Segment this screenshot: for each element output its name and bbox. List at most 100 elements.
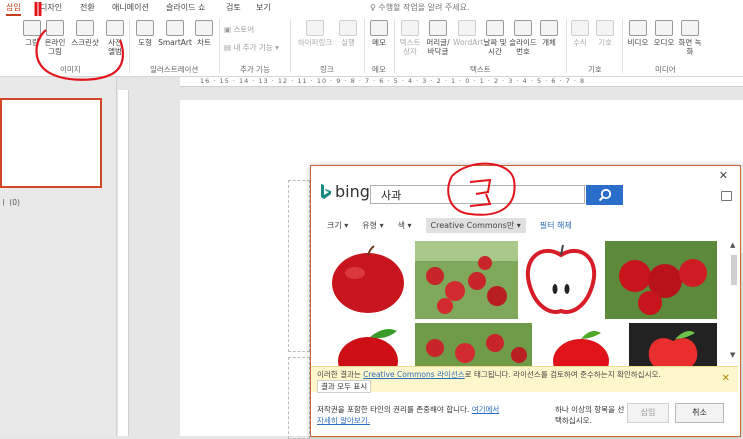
- comment-button[interactable]: 메모: [368, 20, 390, 47]
- tab-view[interactable]: 보기: [256, 2, 271, 13]
- symbol-label: 기호: [598, 38, 612, 47]
- action-button[interactable]: 실행: [337, 20, 359, 47]
- search-input[interactable]: 사과: [370, 185, 585, 204]
- symbol-button[interactable]: 기호: [594, 20, 616, 47]
- star-icon: [339, 20, 357, 36]
- filter-bar: 크기 ▾ 유형 ▾ 색 ▾ Creative Commons만 ▾ 필터 해제: [327, 217, 572, 233]
- notice-close-icon[interactable]: ✕: [722, 373, 730, 384]
- result-image-orchard[interactable]: [415, 323, 532, 371]
- search-icon: [598, 188, 612, 202]
- group-separator: [566, 19, 567, 73]
- pi-icon: [571, 20, 589, 36]
- wordart-button[interactable]: WordArt: [453, 20, 484, 47]
- result-image-shiny-apple[interactable]: [537, 323, 625, 371]
- equation-button[interactable]: 수식: [570, 20, 590, 47]
- action-label: 실행: [341, 38, 355, 47]
- text-box-button[interactable]: 텍스트 상자: [397, 20, 423, 56]
- license-filter[interactable]: Creative Commons만 ▾: [425, 217, 526, 233]
- store-button[interactable]: ▣ 스토어: [224, 24, 254, 35]
- color-filter[interactable]: 색 ▾: [398, 220, 412, 231]
- group-label-addins: 추가 기능: [240, 65, 270, 74]
- subtitle-placeholder[interactable]: [288, 357, 310, 439]
- scroll-up-icon[interactable]: ▲: [730, 241, 735, 249]
- screen-recording-label: 화면 녹화: [678, 38, 702, 56]
- video-button[interactable]: 비디오: [626, 20, 650, 47]
- search-button[interactable]: [586, 185, 623, 205]
- group-separator: [364, 19, 365, 73]
- scroll-down-icon[interactable]: ▼: [730, 351, 735, 359]
- shapes-button[interactable]: 도형: [134, 20, 156, 47]
- object-label: 개체: [542, 38, 556, 47]
- film-icon: [629, 20, 647, 36]
- result-image-apples-branch[interactable]: [605, 241, 717, 319]
- date-time-label: 날짜 및 시간: [483, 38, 507, 56]
- group-separator: [129, 19, 130, 73]
- insert-button[interactable]: 삽입: [627, 403, 669, 423]
- store-label: 스토어: [233, 25, 255, 34]
- tab-insert[interactable]: 삽입: [6, 2, 21, 16]
- result-image-flat-apple[interactable]: [629, 323, 717, 371]
- photo-album-label: 사진 앨범: [108, 38, 122, 56]
- clear-filter-link[interactable]: 필터 해제: [540, 220, 572, 231]
- color-filter-label: 색: [397, 220, 405, 230]
- copyright-notice: 저작권을 포함한 타인의 권리를 존중해야 합니다. 여기에서 자세히 알아보기.: [317, 404, 537, 426]
- title-placeholder[interactable]: [288, 180, 310, 352]
- show-all-results-button[interactable]: 결과 모두 표시: [317, 380, 372, 393]
- tab-animations[interactable]: 애니메이션: [112, 2, 149, 13]
- chart-button[interactable]: 차트: [194, 20, 214, 47]
- ribbon: 그림 온라인 그림 스크린샷 사진 앨범 도형 SmartArt 차트 ▣ 스토…: [0, 16, 743, 77]
- learn-more-link-1[interactable]: 여기에서: [472, 405, 500, 414]
- size-filter-label: 크기: [327, 220, 342, 230]
- results-scroll-thumb[interactable]: [731, 255, 737, 285]
- comment-icon: [370, 20, 388, 36]
- bing-logo: bing: [320, 182, 370, 201]
- online-picture-button[interactable]: 온라인 그림: [44, 20, 66, 56]
- type-filter[interactable]: 유형 ▾: [362, 220, 383, 231]
- group-label-links: 링크: [320, 65, 334, 74]
- photo-album-icon: [106, 20, 124, 36]
- slide-thumbnail[interactable]: [0, 98, 102, 188]
- online-picture-label: 온라인 그림: [44, 38, 66, 56]
- omega-icon: [596, 20, 614, 36]
- wordart-label: WordArt: [453, 38, 484, 47]
- audio-button[interactable]: 오디오: [652, 20, 676, 47]
- cancel-button[interactable]: 취소: [675, 403, 724, 423]
- slide-thumbnail-pane: ㅣ (0): [0, 77, 117, 436]
- screen-recording-button[interactable]: 화면 녹화: [678, 20, 702, 56]
- my-addins-label: 내 추가 기능: [233, 43, 273, 52]
- slide-number-button[interactable]: 슬라이드 번호: [509, 20, 537, 56]
- feedback-icon[interactable]: [721, 191, 732, 201]
- header-footer-button[interactable]: 머리글/바닥글: [424, 20, 452, 56]
- smartart-button[interactable]: SmartArt: [158, 20, 192, 47]
- vertical-ruler: [118, 90, 129, 436]
- shapes-label: 도형: [138, 38, 152, 47]
- tab-review[interactable]: 검토: [226, 2, 241, 13]
- tell-me-box[interactable]: ♀ 수행할 작업을 알려 주세요.: [370, 2, 470, 13]
- picture-button[interactable]: 그림: [22, 20, 42, 47]
- hyperlink-button[interactable]: 하이퍼링크: [295, 20, 335, 47]
- tab-transitions[interactable]: 전환: [80, 2, 95, 13]
- header-footer-icon: [429, 20, 447, 36]
- date-time-button[interactable]: 날짜 및 시간: [482, 20, 508, 56]
- results-scrollbar[interactable]: ▲ ▼: [729, 241, 739, 366]
- group-label-symbols: 기호: [588, 65, 602, 74]
- bing-b-icon: [321, 183, 331, 199]
- result-image-red-apple[interactable]: [325, 241, 411, 319]
- screen-record-icon: [681, 20, 699, 36]
- online-pictures-dialog: ✕ bing 사과 크기 ▾ 유형 ▾ 색 ▾ Creative Commons…: [310, 165, 741, 437]
- my-addins-button[interactable]: ▤ 내 추가 기능 ▾: [224, 42, 279, 53]
- size-filter[interactable]: 크기 ▾: [327, 220, 348, 231]
- group-separator: [622, 19, 623, 73]
- learn-more-link-2[interactable]: 자세히 알아보기.: [317, 416, 370, 425]
- close-icon[interactable]: ✕: [719, 169, 728, 182]
- tab-design[interactable]: 디자인: [40, 2, 62, 13]
- photo-album-button[interactable]: 사진 앨범: [104, 20, 126, 56]
- result-image-apple-tree[interactable]: [415, 241, 518, 319]
- object-button[interactable]: 개체: [538, 20, 560, 47]
- screenshot-button[interactable]: 스크린샷: [68, 20, 102, 47]
- tab-slideshow[interactable]: 슬라이드 쇼: [166, 2, 205, 13]
- result-image-apple-leaf[interactable]: [325, 323, 411, 371]
- selection-note: 하나 이상의 항목을 선택하십시오.: [555, 405, 625, 425]
- cc-license-link[interactable]: Creative Commons 라이선스: [363, 370, 465, 379]
- result-image-apple-cross-section[interactable]: [521, 241, 601, 319]
